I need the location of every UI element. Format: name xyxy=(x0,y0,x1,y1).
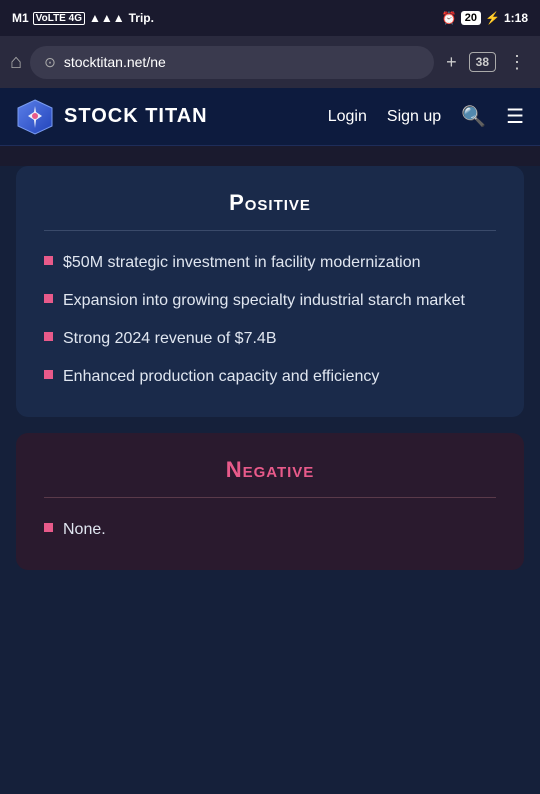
brand-name-label: STOCK TITAN xyxy=(64,105,208,128)
browser-chrome: ⌂ ⊙ stocktitan.net/ne + 38 ⋮ xyxy=(0,36,540,88)
time-display: 1:18 xyxy=(504,11,528,25)
negative-card: Negative None. xyxy=(16,433,524,570)
signup-link[interactable]: Sign up xyxy=(387,108,441,126)
signal-bars: ▲▲▲ xyxy=(89,11,125,25)
negative-item-1: None. xyxy=(63,518,106,542)
browser-menu-button[interactable]: ⋮ xyxy=(504,48,530,77)
address-bar[interactable]: ⊙ stocktitan.net/ne xyxy=(30,46,434,79)
positive-item-1: $50M strategic investment in facility mo… xyxy=(63,251,421,275)
home-button[interactable]: ⌂ xyxy=(10,51,22,74)
wifi-label: Trip. xyxy=(129,11,154,25)
status-left: M1 VoLTE 4G ▲▲▲ Trip. xyxy=(12,11,154,25)
bullet-icon xyxy=(44,256,53,265)
bullet-icon xyxy=(44,523,53,532)
alarm-icon: ⏰ xyxy=(442,11,457,25)
charging-icon: ⚡ xyxy=(485,11,500,25)
login-link[interactable]: Login xyxy=(328,108,367,126)
menu-icon[interactable]: ☰ xyxy=(506,104,524,129)
address-text: stocktitan.net/ne xyxy=(64,54,166,70)
list-item: Strong 2024 revenue of $7.4B xyxy=(44,327,496,351)
main-content: Positive $50M strategic investment in fa… xyxy=(0,166,540,794)
negative-divider xyxy=(44,497,496,498)
positive-item-4: Enhanced production capacity and efficie… xyxy=(63,365,379,389)
list-item: Enhanced production capacity and efficie… xyxy=(44,365,496,389)
battery-indicator: 20 xyxy=(461,11,481,25)
bullet-icon xyxy=(44,332,53,341)
bullet-icon xyxy=(44,370,53,379)
bullet-icon xyxy=(44,294,53,303)
list-item: None. xyxy=(44,518,496,542)
negative-card-title: Negative xyxy=(44,457,496,483)
volte-label: VoLTE 4G xyxy=(33,12,85,25)
positive-list: $50M strategic investment in facility mo… xyxy=(44,251,496,389)
positive-divider xyxy=(44,230,496,231)
brand-logo-icon xyxy=(16,98,54,136)
navbar: STOCK TITAN Login Sign up 🔍 ☰ xyxy=(0,88,540,146)
negative-list: None. xyxy=(44,518,496,542)
tabs-count-badge[interactable]: 38 xyxy=(469,52,496,72)
address-bar-icon: ⊙ xyxy=(44,54,56,71)
status-right: ⏰ 20 ⚡ 1:18 xyxy=(442,11,528,25)
positive-item-2: Expansion into growing specialty industr… xyxy=(63,289,465,313)
search-icon[interactable]: 🔍 xyxy=(461,104,486,129)
navbar-links: Login Sign up 🔍 ☰ xyxy=(328,104,524,129)
new-tab-button[interactable]: + xyxy=(442,48,461,77)
list-item: $50M strategic investment in facility mo… xyxy=(44,251,496,275)
brand-container: STOCK TITAN xyxy=(16,98,208,136)
carrier-label: M1 xyxy=(12,11,29,25)
positive-item-3: Strong 2024 revenue of $7.4B xyxy=(63,327,277,351)
positive-card: Positive $50M strategic investment in fa… xyxy=(16,166,524,417)
list-item: Expansion into growing specialty industr… xyxy=(44,289,496,313)
positive-card-title: Positive xyxy=(44,190,496,216)
status-bar: M1 VoLTE 4G ▲▲▲ Trip. ⏰ 20 ⚡ 1:18 xyxy=(0,0,540,36)
